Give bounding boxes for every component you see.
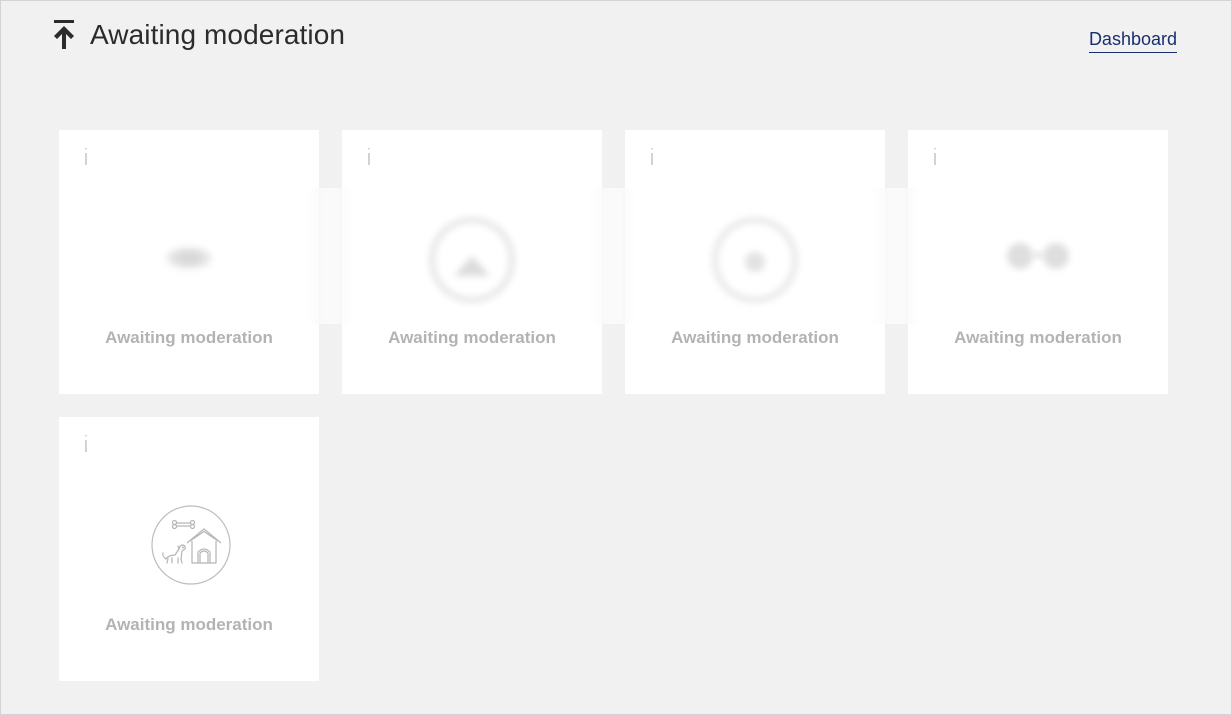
moderation-card-2[interactable]: i Awaiting moderation: [342, 130, 602, 394]
info-icon[interactable]: i: [83, 433, 89, 459]
blurred-circle-icon: [712, 217, 798, 303]
moderation-card-5[interactable]: i Awaiting moderation: [59, 417, 319, 681]
info-icon[interactable]: i: [366, 146, 372, 172]
blurred-glasses-icon: [1007, 243, 1069, 269]
page-title: Awaiting moderation: [90, 19, 346, 50]
upload-arrow-icon: [54, 20, 74, 49]
moderation-card-4[interactable]: i Awaiting moderation: [908, 130, 1168, 394]
blurred-oval-icon: [167, 248, 211, 268]
moderation-card-3[interactable]: i Awaiting moderation: [625, 130, 885, 394]
moderation-card-1[interactable]: i Awaiting moderation: [59, 130, 319, 394]
info-icon[interactable]: i: [932, 146, 938, 172]
info-icon[interactable]: i: [83, 146, 89, 172]
card-status-label: Awaiting moderation: [105, 615, 273, 634]
blur-overlay: [872, 188, 920, 324]
card-status-label: Awaiting moderation: [388, 328, 556, 347]
dashboard-link[interactable]: Dashboard: [1088, 28, 1177, 53]
card-status-label: Awaiting moderation: [105, 328, 273, 347]
blur-overlay: [589, 188, 637, 324]
card-status-label: Awaiting moderation: [671, 328, 839, 347]
dog-and-doghouse-icon: [151, 505, 231, 585]
blur-overlay: [306, 188, 354, 324]
info-icon[interactable]: i: [649, 146, 655, 172]
card-status-label: Awaiting moderation: [954, 328, 1122, 347]
moderation-page: Awaiting moderation Dashboard i Awaiting…: [0, 0, 1232, 715]
blurred-circle-mountain-icon: [429, 217, 515, 303]
